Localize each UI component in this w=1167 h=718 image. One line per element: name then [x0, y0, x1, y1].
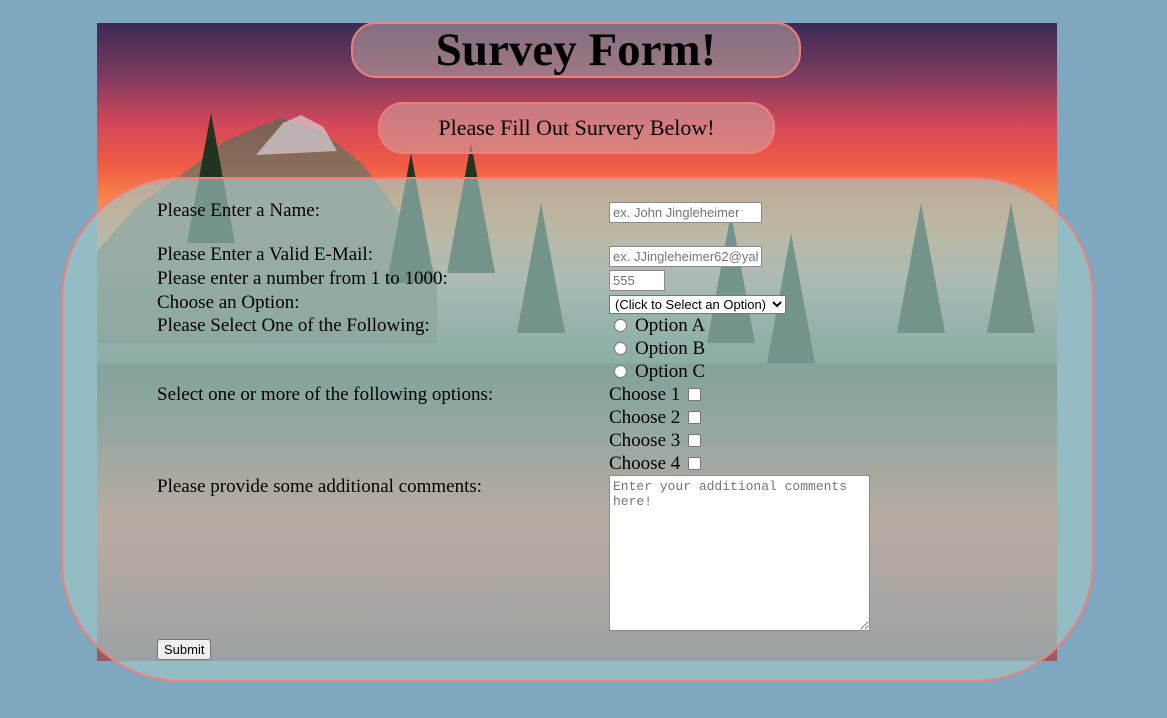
radio-option-c[interactable]: Option C: [609, 360, 705, 383]
radio-option-b[interactable]: Option B: [609, 337, 705, 360]
checkbox-option-3[interactable]: Choose 3: [609, 429, 702, 452]
checkbox-option-1[interactable]: Choose 1: [609, 383, 702, 406]
submit-button[interactable]: Submit: [157, 639, 212, 660]
radio-option-a[interactable]: Option A: [609, 314, 705, 337]
radio-option-label: Option C: [635, 361, 706, 382]
radio-button[interactable]: [614, 319, 627, 332]
number-input[interactable]: [609, 270, 665, 291]
comments-textarea[interactable]: [609, 475, 870, 631]
radio-option-label: Option B: [635, 338, 706, 359]
radio-button[interactable]: [614, 342, 627, 355]
checkbox-option-label: Choose 2: [609, 407, 681, 428]
comments-label: Please provide some additional comments:: [157, 476, 483, 497]
page-title: Survey Form!: [435, 24, 717, 76]
option-dropdown[interactable]: (Click to Select an Option): [609, 295, 786, 314]
checkbox-option-4[interactable]: Choose 4: [609, 452, 702, 475]
radio-button[interactable]: [614, 365, 627, 378]
radio-group-label: Please Select One of the Following:: [157, 315, 430, 336]
email-label: Please Enter a Valid E-Mail:: [157, 244, 373, 265]
subtitle-banner: Please Fill Out Survery Below!: [378, 102, 775, 154]
name-label: Please Enter a Name:: [157, 200, 321, 221]
page-subtitle: Please Fill Out Survery Below!: [438, 115, 715, 140]
name-input[interactable]: [609, 202, 762, 223]
checkbox-option-2[interactable]: Choose 2: [609, 406, 702, 429]
checkbox[interactable]: [688, 434, 702, 447]
email-input[interactable]: [609, 246, 762, 267]
radio-option-label: Option A: [635, 315, 706, 336]
checkbox-option-label: Choose 1: [609, 384, 681, 405]
checkbox-option-label: Choose 3: [609, 430, 681, 451]
title-banner: Survey Form!: [351, 22, 801, 78]
checkbox[interactable]: [688, 457, 702, 470]
checkbox-option-label: Choose 4: [609, 453, 681, 474]
number-label: Please enter a number from 1 to 1000:: [157, 268, 448, 289]
checkbox[interactable]: [688, 411, 702, 424]
dropdown-label: Choose an Option:: [157, 292, 300, 313]
checkbox-group-label: Select one or more of the following opti…: [157, 384, 494, 405]
checkbox[interactable]: [688, 388, 702, 401]
